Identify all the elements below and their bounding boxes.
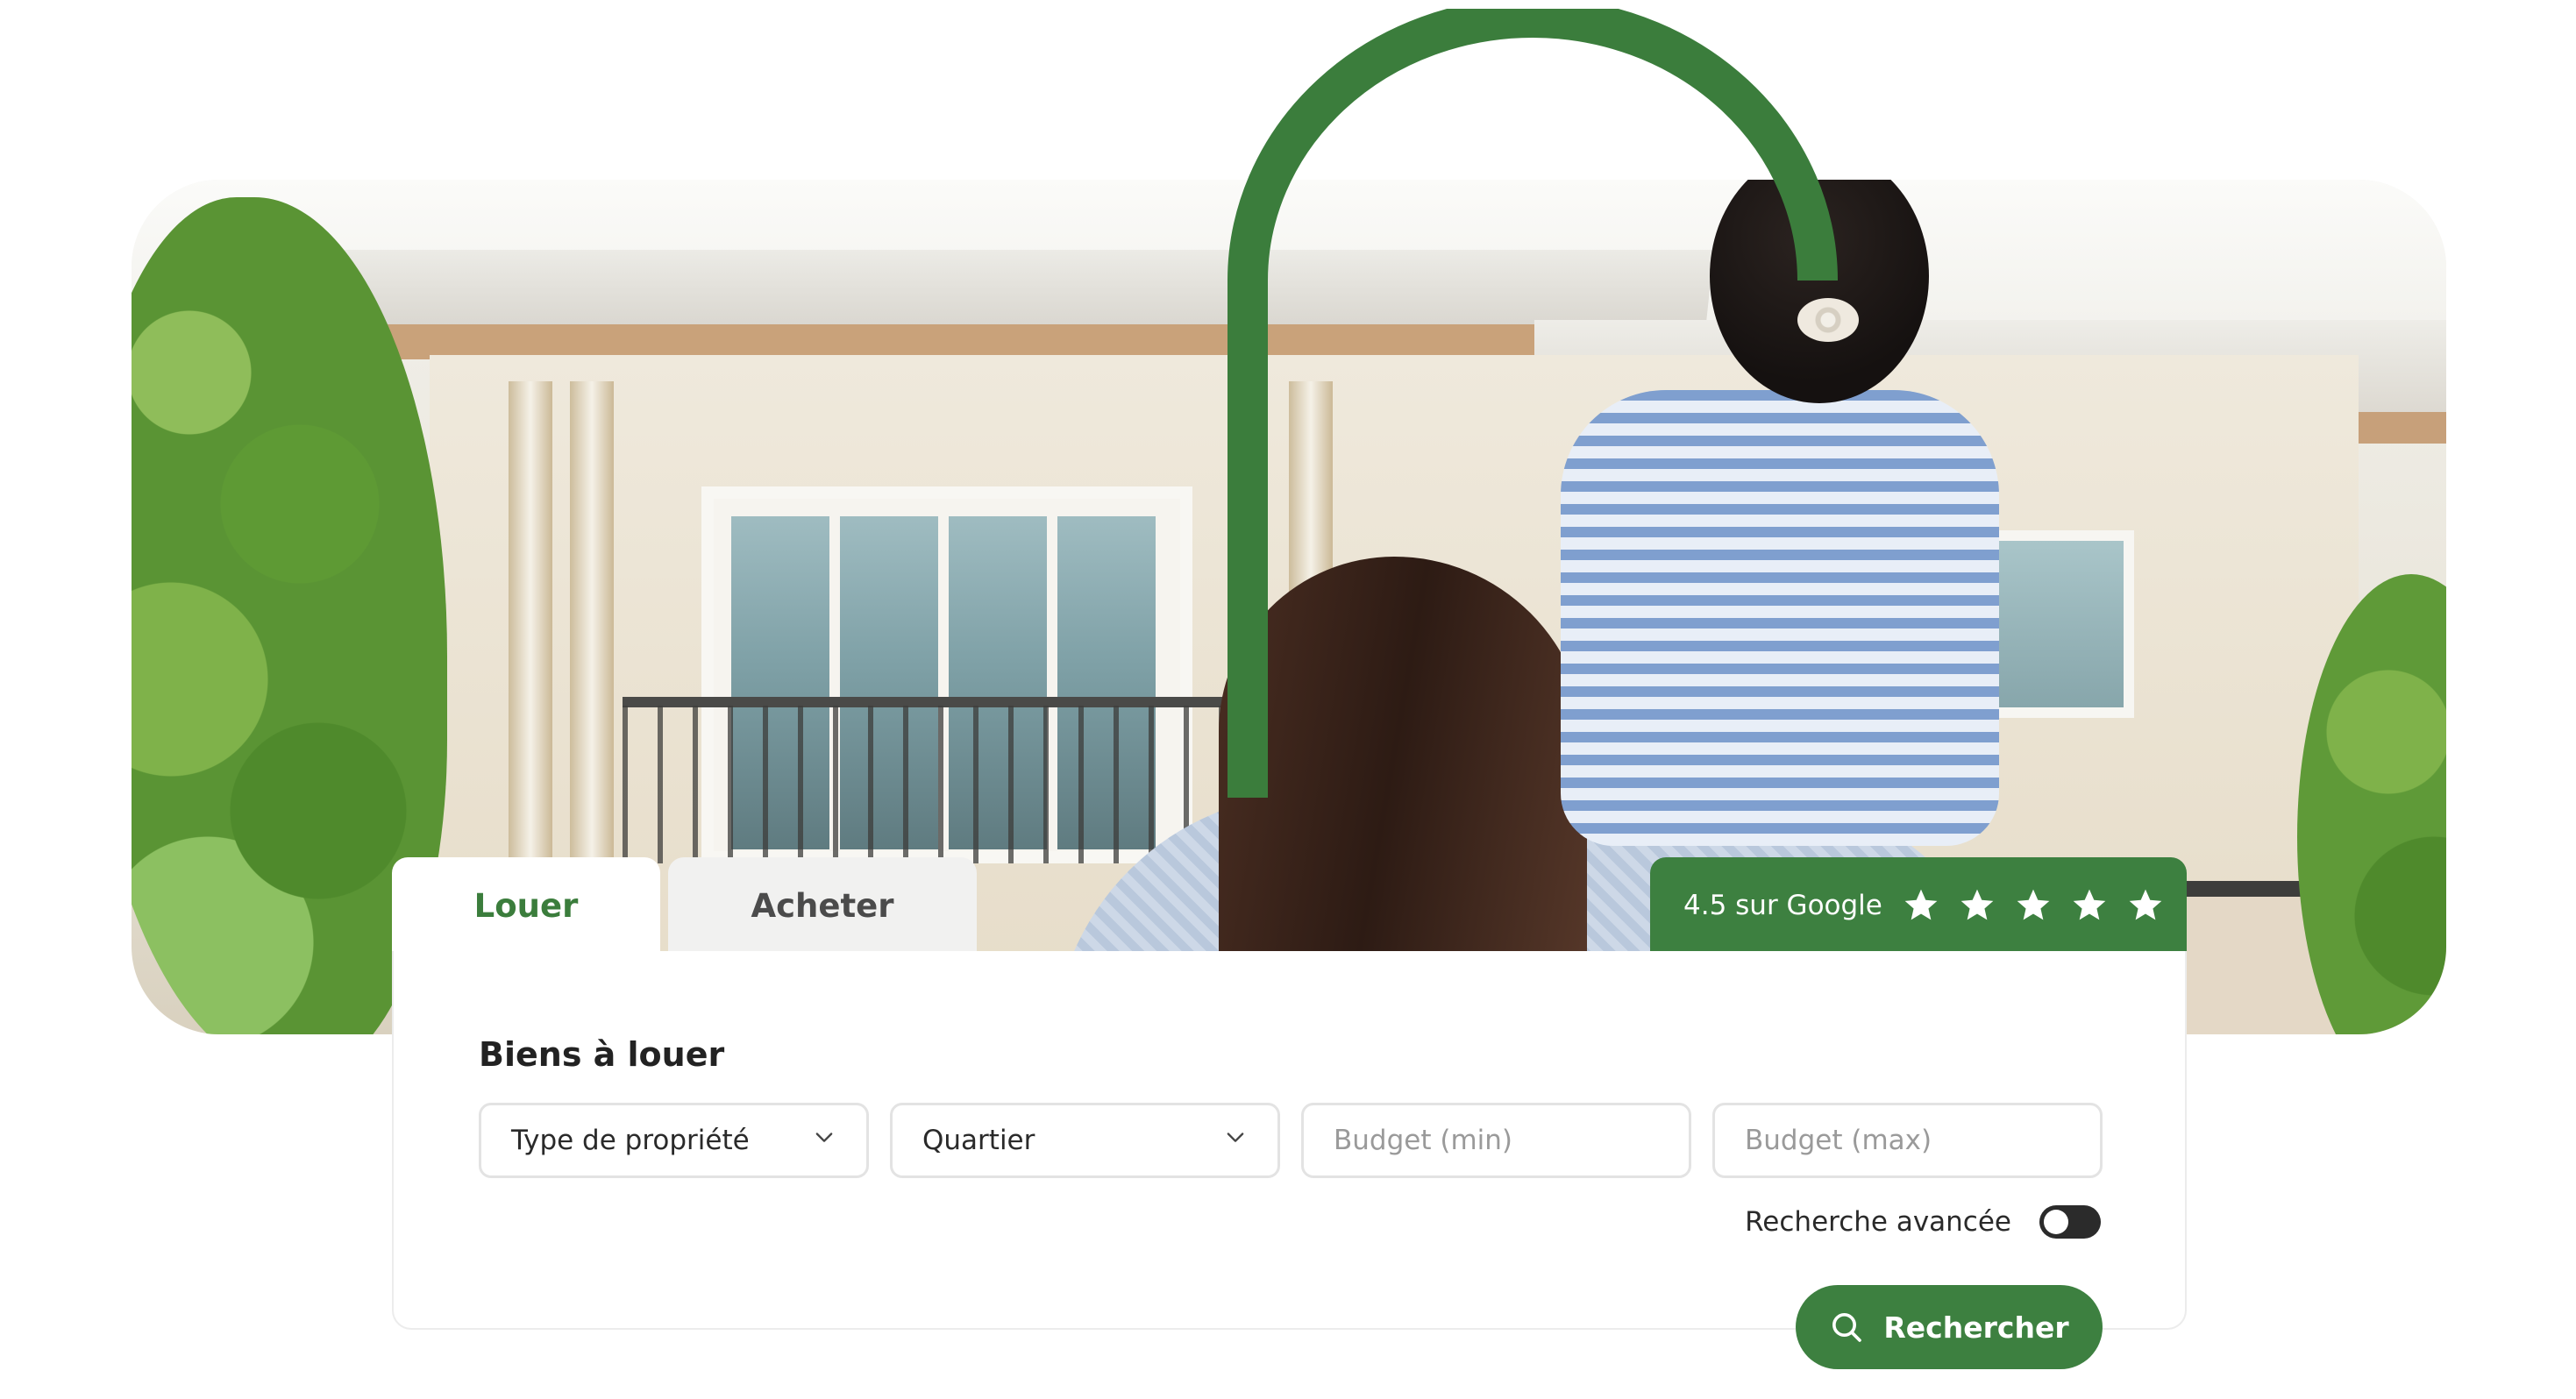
- google-rating-badge: 4.5 sur Google: [1650, 857, 2187, 954]
- search-panel: Biens à louer Type de propriété Quartier…: [392, 951, 2187, 1330]
- budget-max-field-wrapper: [1712, 1103, 2103, 1178]
- tab-acheter-label: Acheter: [751, 886, 894, 925]
- advanced-search-toggle[interactable]: [2039, 1205, 2101, 1239]
- chevron-down-icon: [812, 1125, 836, 1156]
- property-type-select[interactable]: Type de propriété: [479, 1103, 869, 1178]
- budget-min-input[interactable]: [1334, 1125, 1659, 1156]
- advanced-search-row: Recherche avancée: [1745, 1205, 2101, 1239]
- star-icon: [2126, 886, 2165, 925]
- neighborhood-select[interactable]: Quartier: [890, 1103, 1280, 1178]
- search-button[interactable]: Rechercher: [1796, 1285, 2103, 1369]
- property-type-value: Type de propriété: [511, 1125, 750, 1156]
- star-icon: [1958, 886, 1996, 925]
- rating-text: 4.5 sur Google: [1683, 890, 1882, 921]
- search-panel-title: Biens à louer: [479, 1035, 725, 1074]
- neighborhood-value: Quartier: [922, 1125, 1035, 1156]
- budget-max-input[interactable]: [1745, 1125, 2070, 1156]
- chevron-down-icon: [1223, 1125, 1248, 1156]
- tab-louer-label: Louer: [473, 886, 579, 925]
- rating-stars: [1902, 886, 2165, 925]
- tab-acheter[interactable]: Acheter: [668, 857, 977, 954]
- budget-min-field-wrapper: [1301, 1103, 1691, 1178]
- star-icon: [1902, 886, 1940, 925]
- star-icon: [2070, 886, 2109, 925]
- advanced-search-label: Recherche avancée: [1745, 1206, 2011, 1238]
- search-button-label: Rechercher: [1883, 1310, 2069, 1345]
- page: Louer Acheter 4.5 sur Google Biens à lou…: [0, 0, 2576, 1399]
- search-icon: [1829, 1310, 1864, 1345]
- star-icon: [2014, 886, 2053, 925]
- tab-louer[interactable]: Louer: [392, 857, 660, 954]
- toggle-knob: [2044, 1210, 2068, 1234]
